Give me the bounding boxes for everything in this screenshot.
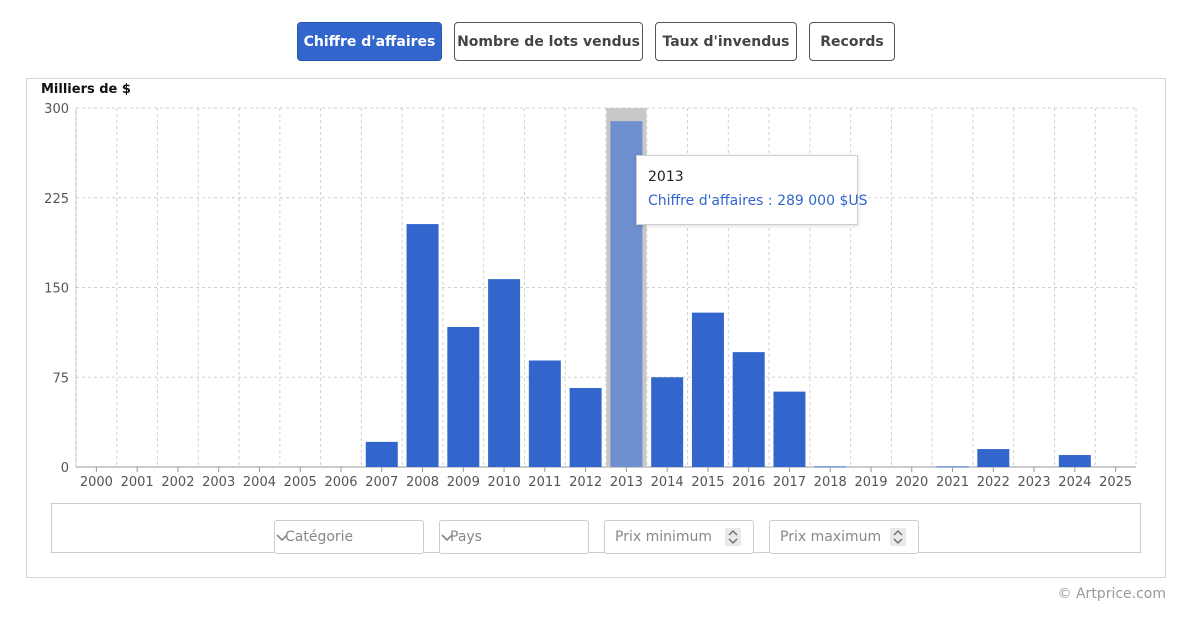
tooltip-value: Chiffre d'affaires : 289 000 $US <box>648 193 868 209</box>
y-tick-label: 225 <box>44 192 69 207</box>
x-tick-label: 2019 <box>854 475 887 490</box>
x-tick-label: 2004 <box>243 475 276 490</box>
x-tick-label: 2013 <box>610 475 643 490</box>
x-tick-label: 2024 <box>1058 475 1091 490</box>
bar-2015 <box>691 312 724 467</box>
chevron-down-icon <box>276 534 288 542</box>
x-tick-label: 2010 <box>488 475 521 490</box>
tooltip-title: 2013 <box>648 169 684 185</box>
min-price-placeholder: Prix minimum <box>615 529 713 545</box>
y-tick-label: 300 <box>44 102 69 117</box>
max-price-input[interactable]: Prix maximum <box>769 520 919 554</box>
x-tick-label: 2017 <box>773 475 806 490</box>
copyright-notice: © Artprice.com <box>1057 586 1166 602</box>
max-price-placeholder: Prix maximum <box>780 529 882 545</box>
number-spinner-icon[interactable] <box>890 528 906 546</box>
bar-2024 <box>1058 455 1091 467</box>
bar-2011 <box>528 360 561 467</box>
x-tick-label: 2006 <box>324 475 357 490</box>
bar-2016 <box>732 352 765 467</box>
x-tick-label: 2022 <box>977 475 1010 490</box>
category-select[interactable]: Catégorie <box>274 520 424 554</box>
y-tick-label: 75 <box>52 371 69 386</box>
bar-2010 <box>488 279 521 467</box>
country-select-label: Pays <box>450 529 482 545</box>
x-tick-label: 2007 <box>365 475 398 490</box>
y-tick-label: 150 <box>44 282 69 297</box>
x-tick-label: 2016 <box>732 475 765 490</box>
x-tick-label: 2021 <box>936 475 969 490</box>
bar-2014 <box>651 377 684 467</box>
chart-tooltip: 2013 Chiffre d'affaires : 289 000 $US <box>636 155 867 225</box>
x-tick-label: 2000 <box>80 475 113 490</box>
x-tick-label: 2009 <box>447 475 480 490</box>
x-tick-label: 2011 <box>528 475 561 490</box>
x-tick-label: 2023 <box>1018 475 1051 490</box>
bar-2007 <box>365 441 398 467</box>
bar-2009 <box>447 326 480 467</box>
chevron-down-icon <box>441 534 453 542</box>
bar-2008 <box>406 224 439 467</box>
x-tick-label: 2005 <box>284 475 317 490</box>
y-tick-label: 0 <box>61 461 69 476</box>
x-tick-label: 2014 <box>651 475 684 490</box>
x-tick-label: 2018 <box>814 475 847 490</box>
country-select[interactable]: Pays <box>439 520 589 554</box>
filter-bar: Catégorie Pays Prix minimum Prix maximum <box>51 503 1141 554</box>
bar-2012 <box>569 388 602 467</box>
bar-2017 <box>773 391 806 467</box>
x-tick-label: 2003 <box>202 475 235 490</box>
category-select-label: Catégorie <box>285 529 354 545</box>
x-tick-label: 2012 <box>569 475 602 490</box>
bar-2022 <box>977 449 1010 467</box>
x-tick-label: 2008 <box>406 475 439 490</box>
y-axis-label: Milliers de $ <box>41 82 131 97</box>
x-tick-label: 2025 <box>1099 475 1132 490</box>
number-spinner-icon[interactable] <box>725 528 741 546</box>
x-tick-label: 2015 <box>691 475 724 490</box>
x-tick-label: 2001 <box>121 475 154 490</box>
x-tick-label: 2002 <box>161 475 194 490</box>
x-tick-label: 2020 <box>895 475 928 490</box>
min-price-input[interactable]: Prix minimum <box>604 520 754 554</box>
